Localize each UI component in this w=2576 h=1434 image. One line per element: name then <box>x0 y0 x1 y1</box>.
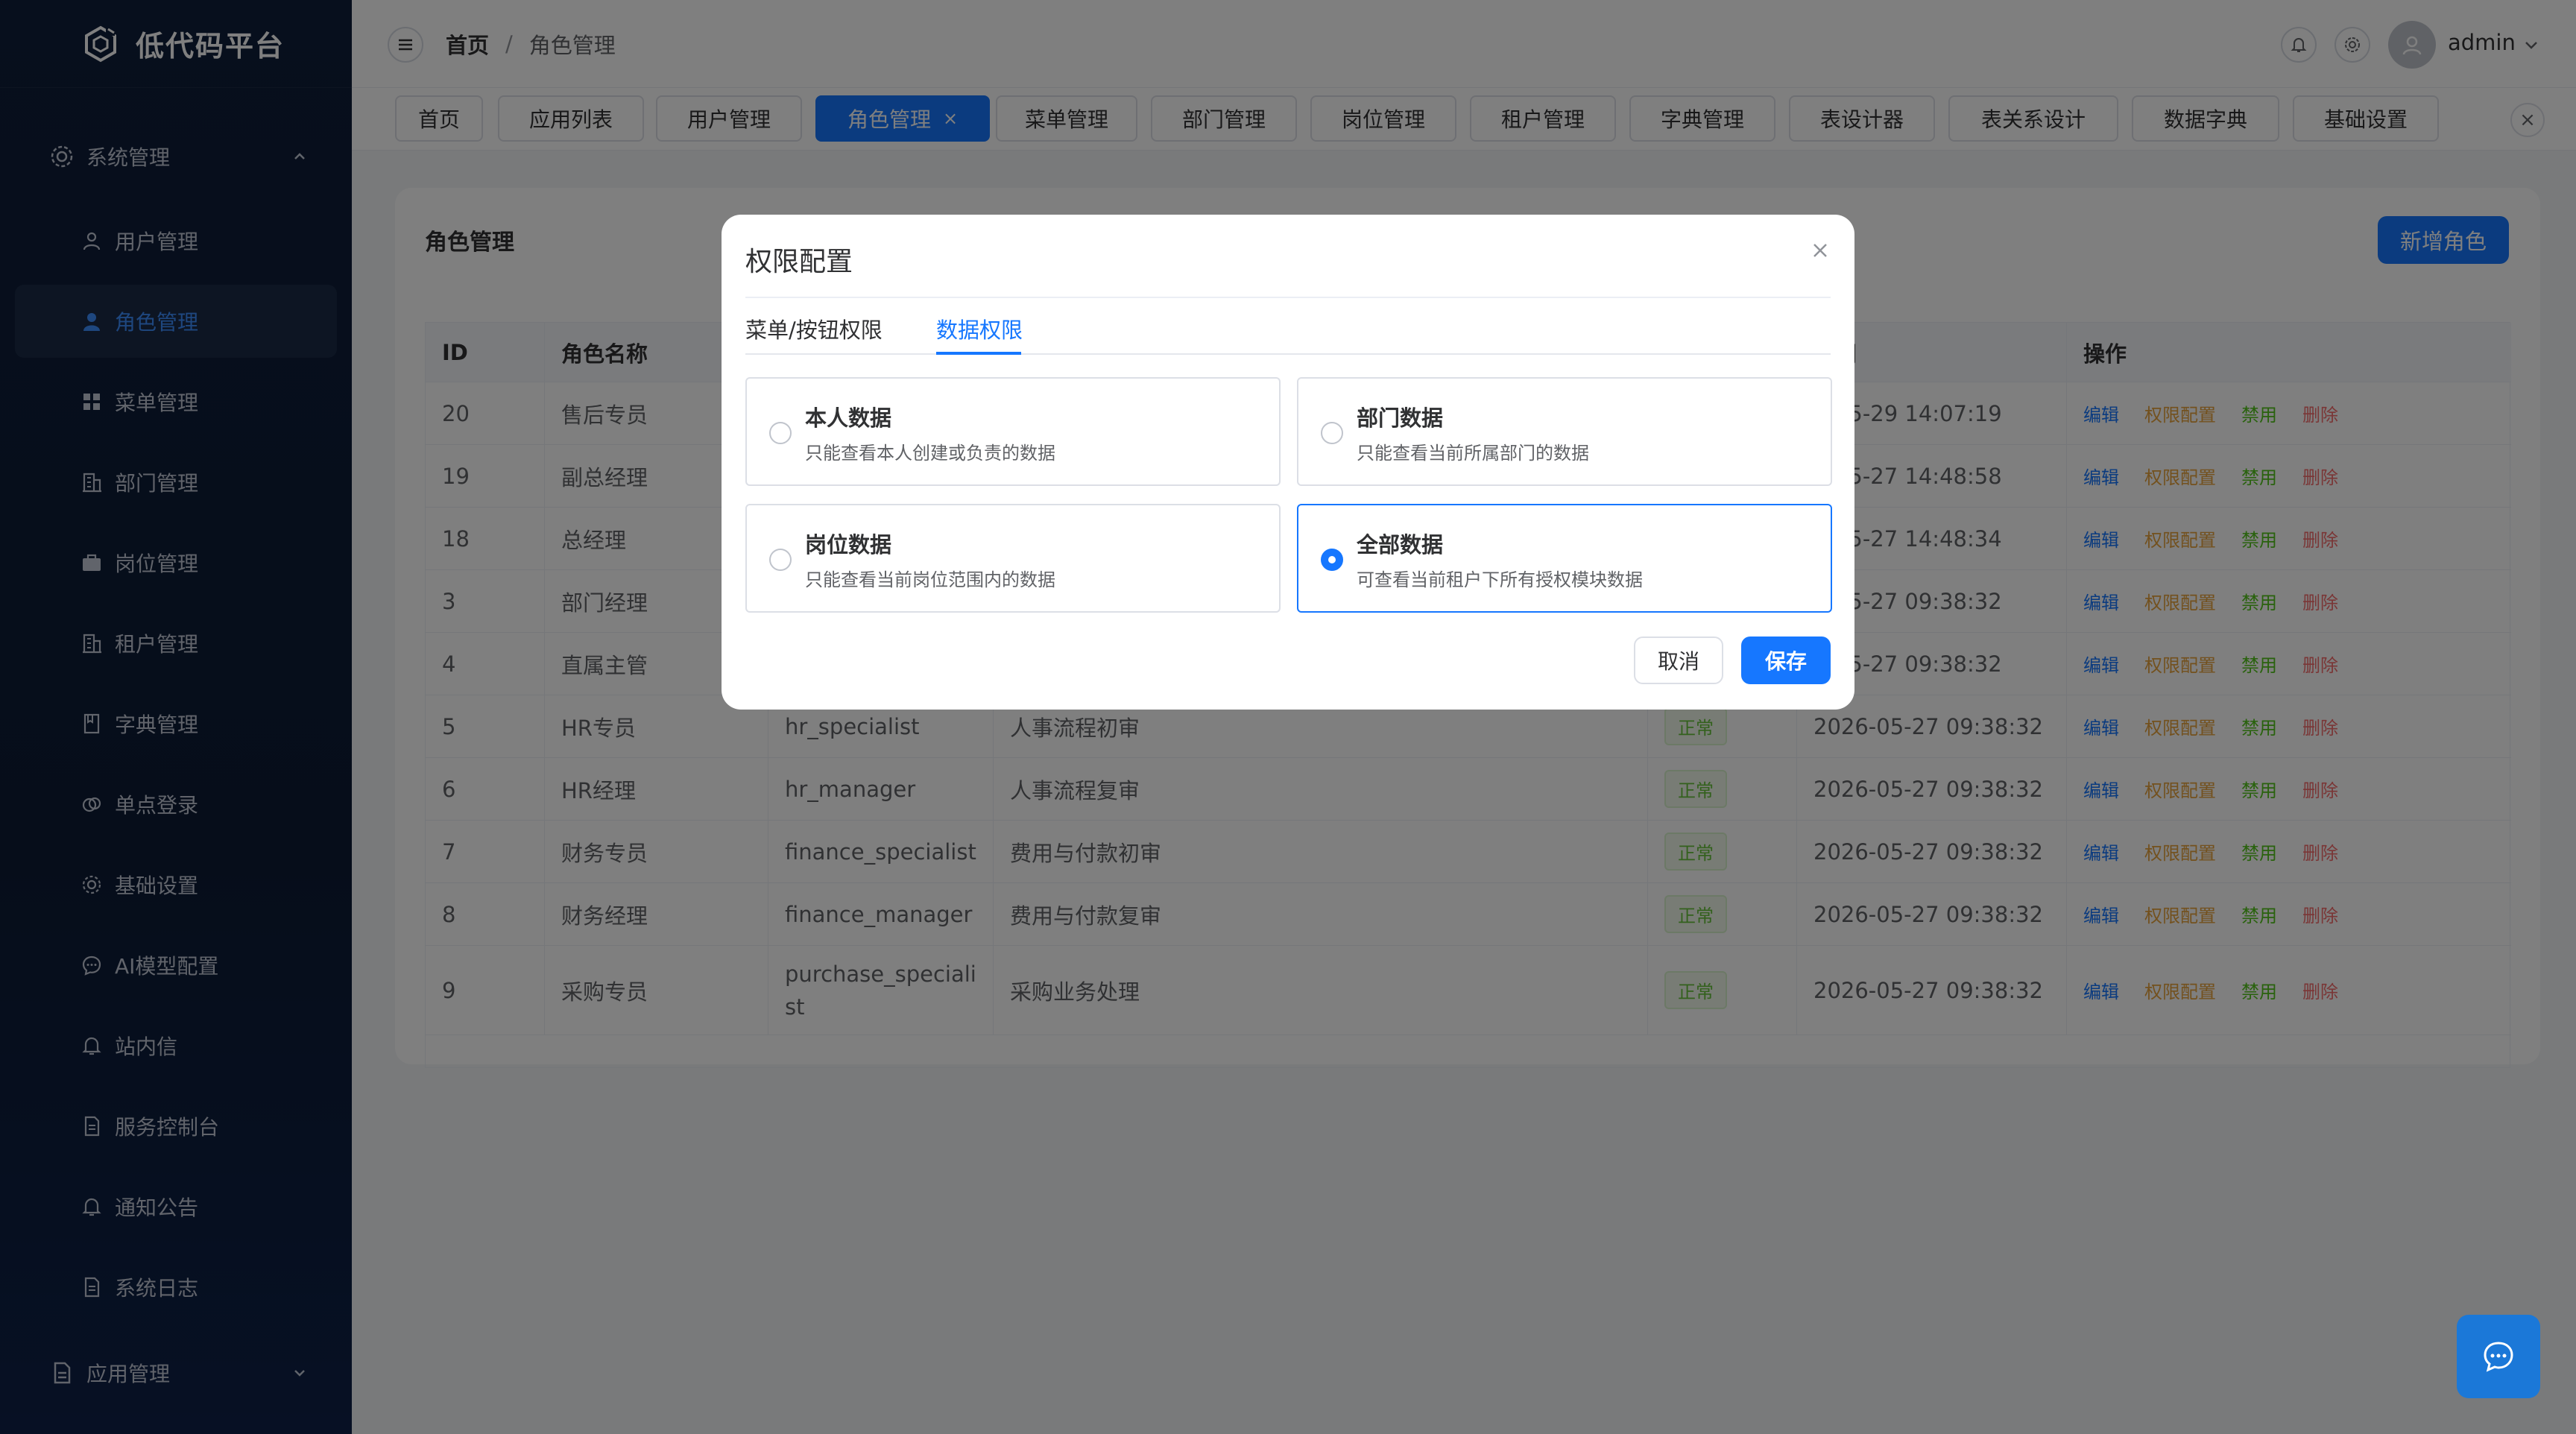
radio-button[interactable] <box>769 422 792 444</box>
option-description: 只能查看当前所属部门的数据 <box>1357 443 1589 464</box>
tabs-underline <box>745 353 1831 355</box>
dialog-title: 权限配置 <box>745 247 853 277</box>
active-tab-indicator <box>936 352 1021 355</box>
tab-menu-button-permission[interactable]: 菜单/按钮权限 <box>745 313 883 344</box>
radio-button[interactable] <box>1321 422 1343 444</box>
option-title: 全部数据 <box>1357 532 1444 558</box>
data-scope-option-2[interactable]: 部门数据只能查看当前所属部门的数据 <box>1297 377 1832 486</box>
option-title: 部门数据 <box>1357 405 1444 431</box>
chat-icon <box>2484 1342 2513 1372</box>
tab-data-permission[interactable]: 数据权限 <box>936 313 1023 344</box>
option-description: 只能查看当前岗位范围内的数据 <box>805 569 1055 590</box>
chat-assistant-button[interactable] <box>2457 1315 2540 1398</box>
radio-button[interactable] <box>1321 549 1343 571</box>
permission-config-dialog: 权限配置 菜单/按钮权限 数据权限 本人数据 只能查看本人创建或负责的数据 部门数据… <box>722 215 1854 710</box>
option-description: 可查看当前租户下所有授权模块数据 <box>1357 569 1643 590</box>
data-scope-option-1[interactable]: 本人数据只能查看本人创建或负责的数据 <box>745 377 1281 486</box>
save-button[interactable]: 保存 <box>1741 637 1831 684</box>
dialog-divider <box>745 297 1831 298</box>
cancel-button[interactable]: 取消 <box>1634 637 1723 684</box>
radio-button[interactable] <box>769 549 792 571</box>
data-scope-option-3[interactable]: 岗位数据只能查看当前岗位范围内的数据 <box>745 504 1281 613</box>
option-title: 岗位数据 <box>805 532 892 558</box>
option-title: 本人数据 <box>805 405 892 431</box>
data-scope-option-4[interactable]: 全部数据可查看当前租户下所有授权模块数据 <box>1297 504 1832 613</box>
option-description: 只能查看本人创建或负责的数据 <box>805 443 1055 464</box>
close-icon[interactable] <box>1807 237 1834 264</box>
